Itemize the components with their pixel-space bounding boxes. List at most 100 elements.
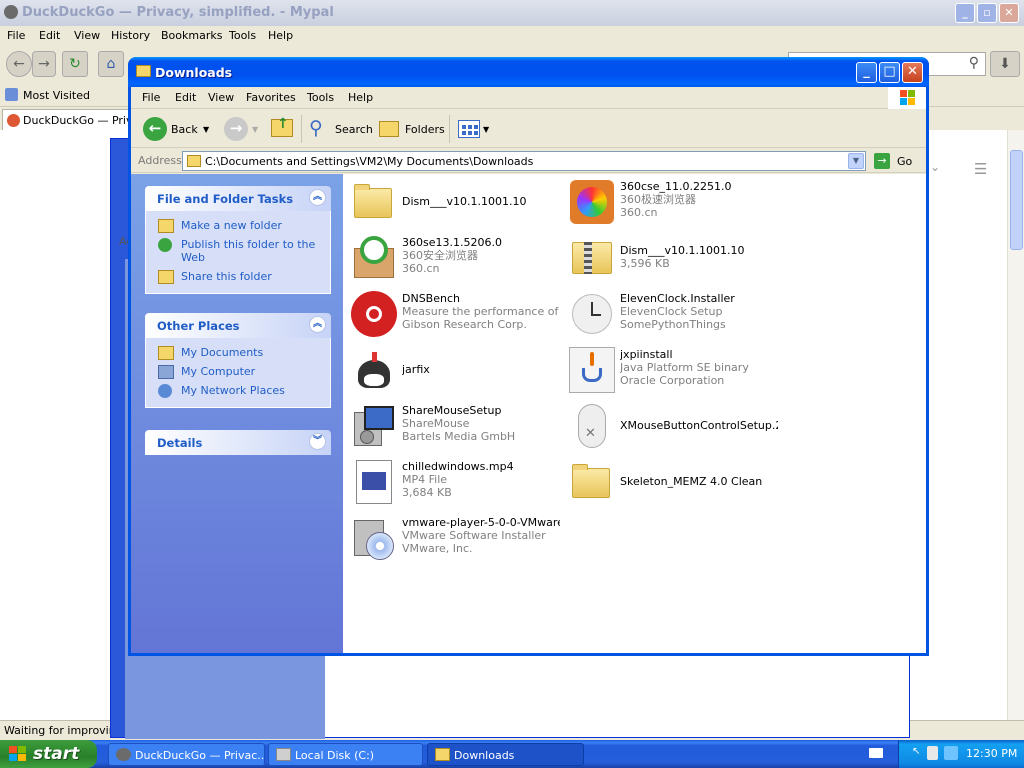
- file-publisher: Gibson Research Corp.: [402, 318, 527, 331]
- panel-body: Make a new folder Publish this folder to…: [145, 211, 331, 294]
- file-name: Dism___v10.1.1001.10: [620, 244, 745, 257]
- explorer-toolbar: ← Back ▼ → ▼ ↑ ⚲ Search Folders ▼: [131, 110, 926, 148]
- menu-view[interactable]: View: [208, 91, 234, 104]
- collapse-chevron-icon[interactable]: ︽: [309, 316, 326, 333]
- file-item[interactable]: Dism___v10.1.1001.10: [345, 176, 557, 228]
- task-pane: File and Folder Tasks ︽ Make a new folde…: [131, 174, 343, 653]
- menu-tools[interactable]: Tools: [307, 91, 334, 104]
- back-arrow-icon[interactable]: ←: [6, 51, 32, 77]
- folders-button[interactable]: Folders: [377, 116, 445, 142]
- file-item[interactable]: jarfix: [345, 344, 557, 396]
- file-description: 3,596 KB: [620, 257, 670, 270]
- folders-label: Folders: [405, 123, 445, 136]
- file-item[interactable]: jxpiinstall Java Platform SE binary Oracle…: [563, 344, 775, 396]
- file-item[interactable]: Skeleton_MEMZ 4.0 Clean: [563, 456, 775, 508]
- share-folder-link[interactable]: Share this folder: [158, 270, 320, 284]
- menu-history[interactable]: History: [111, 29, 150, 42]
- panel-header[interactable]: Other Places ︽: [145, 313, 331, 338]
- menu-help[interactable]: Help: [268, 29, 293, 42]
- windows-flag-icon: [9, 746, 27, 762]
- menu-tools[interactable]: Tools: [229, 29, 256, 42]
- file-item[interactable]: DNSBench Measure the performance of ... Gi…: [345, 288, 560, 340]
- file-publisher: 360.cn: [620, 206, 658, 219]
- browser-scrollbar[interactable]: [1007, 130, 1024, 720]
- download-icon[interactable]: ⬇: [990, 51, 1020, 77]
- publish-folder-link[interactable]: Publish this folder to the Web: [158, 238, 320, 264]
- menu-edit[interactable]: Edit: [39, 29, 60, 42]
- close-button[interactable]: ✕: [902, 62, 923, 83]
- file-item[interactable]: ✕ XMouseButtonControlSetup.2....: [563, 400, 778, 452]
- menu-help[interactable]: Help: [348, 91, 373, 104]
- go-button[interactable]: → Go: [872, 152, 922, 170]
- chevron-down-icon[interactable]: ⌄: [930, 160, 940, 174]
- maximize-button[interactable]: ▫: [977, 3, 997, 23]
- file-item[interactable]: Dism___v10.1.1001.10 3,596 KB: [563, 232, 775, 284]
- panel-title: Other Places: [157, 319, 240, 333]
- search-button[interactable]: ⚲ Search: [306, 116, 373, 142]
- make-new-folder-link[interactable]: Make a new folder: [158, 219, 320, 233]
- file-name: jxpiinstall: [620, 348, 673, 361]
- file-text: Skeleton_MEMZ 4.0 Clean: [620, 475, 778, 488]
- bookmark-most-visited[interactable]: Most Visited: [23, 89, 90, 102]
- my-computer-link[interactable]: My Computer: [158, 365, 320, 379]
- menu-favorites[interactable]: Favorites: [246, 91, 296, 104]
- menu-bookmarks[interactable]: Bookmarks: [161, 29, 222, 42]
- security-shield-icon[interactable]: [927, 746, 938, 760]
- network-places-icon: [158, 384, 172, 398]
- file-item[interactable]: ShareMouseSetup ShareMouse Bartels Media G…: [345, 400, 557, 452]
- menu-view[interactable]: View: [74, 29, 100, 42]
- dropdown-arrow-icon[interactable]: ▼: [203, 125, 209, 134]
- file-item[interactable]: chilledwindows.mp4 MP4 File 3,684 KB: [345, 456, 557, 508]
- forward-arrow-icon[interactable]: →: [32, 51, 56, 77]
- my-network-places-link[interactable]: My Network Places: [158, 384, 320, 398]
- folder-icon: [435, 748, 450, 761]
- back-button[interactable]: ← Back ▼: [140, 116, 212, 142]
- views-button[interactable]: ▼: [456, 116, 492, 142]
- file-item[interactable]: 360se13.1.5206.0 360安全浏览器 360.cn: [345, 232, 557, 284]
- file-item[interactable]: 360cse_11.0.2251.0 360极速浏览器 360.cn: [563, 176, 775, 228]
- home-icon[interactable]: ⌂: [98, 51, 124, 77]
- network-icon[interactable]: [944, 746, 958, 760]
- file-name: jarfix: [402, 363, 430, 376]
- explorer-titlebar: Downloads _ □ ✕: [128, 57, 929, 87]
- collapse-chevron-icon[interactable]: ︽: [309, 189, 326, 206]
- address-input[interactable]: C:\Documents and Settings\VM2\My Documen…: [182, 151, 866, 171]
- forward-button[interactable]: → ▼: [221, 116, 261, 142]
- menu-file[interactable]: File: [7, 29, 25, 42]
- expand-chevron-icon[interactable]: ︾: [309, 433, 326, 450]
- minimize-button[interactable]: _: [955, 3, 975, 23]
- my-documents-link[interactable]: My Documents: [158, 346, 320, 360]
- close-button[interactable]: ✕: [999, 3, 1019, 23]
- link-label: My Computer: [181, 365, 256, 378]
- 360cse-icon: [568, 178, 616, 226]
- file-item[interactable]: ElevenClock.Installer ElevenClock Setup So…: [563, 288, 775, 340]
- file-text: jarfix: [402, 363, 560, 376]
- panel-header[interactable]: Details ︾: [145, 430, 331, 455]
- file-name: ElevenClock.Installer: [620, 292, 735, 305]
- tab-duckduckgo[interactable]: DuckDuckGo — Privacy, simplified.: [2, 109, 132, 131]
- windows-logo-icon: [888, 87, 926, 109]
- maximize-button[interactable]: □: [879, 62, 900, 83]
- back-arrow-icon: ←: [143, 117, 167, 141]
- minimize-button[interactable]: _: [856, 62, 877, 83]
- arrow-icon[interactable]: ↖: [912, 746, 920, 757]
- taskbar-item-duckduckgo[interactable]: DuckDuckGo — Privac...: [108, 743, 265, 766]
- keyboard-icon[interactable]: [869, 748, 883, 758]
- vmware-installer-icon: [350, 514, 398, 562]
- system-tray: ↖ 12:30 PM: [898, 740, 1024, 768]
- hamburger-menu-icon[interactable]: ☰: [974, 160, 987, 178]
- up-folder-button[interactable]: ↑: [269, 116, 297, 142]
- panel-header[interactable]: File and Folder Tasks ︽: [145, 186, 331, 211]
- link-label: My Documents: [181, 346, 264, 359]
- installer-icon: [350, 402, 398, 450]
- chevron-down-icon[interactable]: ▼: [848, 153, 864, 169]
- menu-edit[interactable]: Edit: [175, 91, 196, 104]
- menu-file[interactable]: File: [142, 91, 160, 104]
- start-button[interactable]: start: [0, 740, 97, 768]
- taskbar-item-local-disk[interactable]: Local Disk (C:): [268, 743, 423, 766]
- dropdown-arrow-icon[interactable]: ▼: [483, 125, 489, 134]
- scrollbar-thumb[interactable]: [1010, 150, 1023, 250]
- file-item[interactable]: vmware-player-5-0-0-VMware... VMware Soft…: [345, 512, 560, 564]
- reload-icon[interactable]: ↻: [62, 51, 88, 77]
- taskbar-item-downloads[interactable]: Downloads: [427, 743, 584, 766]
